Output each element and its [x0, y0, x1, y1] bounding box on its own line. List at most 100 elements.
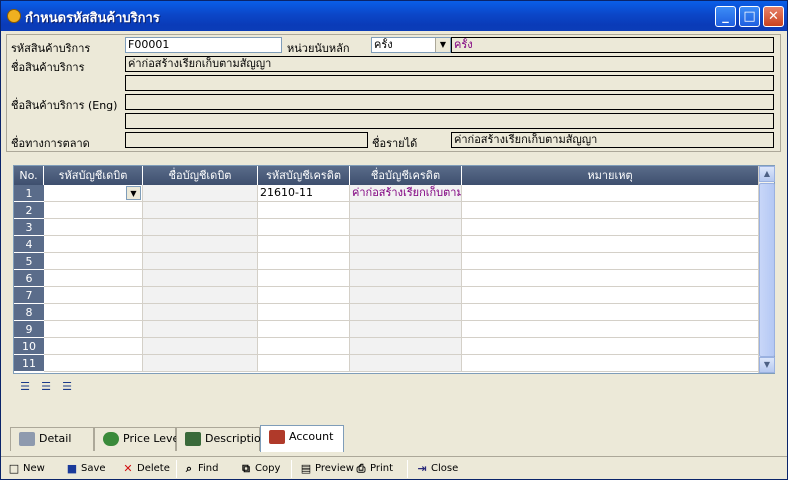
cell-note[interactable]: [462, 219, 759, 236]
scroll-down-icon[interactable]: ▼: [759, 357, 775, 373]
table-row[interactable]: 4: [14, 236, 759, 253]
save-button[interactable]: ■ Save: [65, 461, 106, 477]
cell-note[interactable]: [462, 287, 759, 304]
cell-debit-code[interactable]: [44, 253, 143, 270]
find-button[interactable]: ⌕ Find: [182, 461, 219, 477]
cell-debit-code[interactable]: [44, 338, 143, 355]
cell-debit-name[interactable]: [143, 219, 258, 236]
unit-combo[interactable]: ครั้ง ▼: [371, 37, 451, 53]
copy-button[interactable]: ⧉ Copy: [239, 461, 280, 477]
cell-note[interactable]: [462, 236, 759, 253]
cell-credit-name[interactable]: [350, 270, 462, 287]
cell-credit-name[interactable]: [350, 304, 462, 321]
close-window-button[interactable]: ✕: [763, 6, 784, 27]
tab-price-level[interactable]: Price Level: [94, 427, 182, 451]
cell-debit-code[interactable]: [44, 355, 143, 372]
cell-note[interactable]: [462, 321, 759, 338]
cell-credit-code[interactable]: [258, 253, 350, 270]
cell-note[interactable]: [462, 185, 759, 202]
col-header-note[interactable]: หมายเหตุ: [462, 166, 759, 185]
table-row[interactable]: 3: [14, 219, 759, 236]
append-row-icon[interactable]: ☰: [36, 378, 56, 398]
table-row[interactable]: 7: [14, 287, 759, 304]
cell-credit-name[interactable]: [350, 355, 462, 372]
market-name-field[interactable]: [125, 132, 368, 148]
cell-debit-code[interactable]: [44, 304, 143, 321]
cell-credit-name[interactable]: [350, 287, 462, 304]
name-eng-field[interactable]: [125, 94, 774, 110]
name-field[interactable]: ค่าก่อสร้างเรียกเก็บตามสัญญา: [125, 56, 774, 72]
cell-debit-name[interactable]: [143, 185, 258, 202]
table-row[interactable]: 1 21610-11ค่าก่อสร้างเรียกเก็บตามสัญญา ▼: [14, 185, 759, 202]
cell-note[interactable]: [462, 202, 759, 219]
cell-credit-code[interactable]: [258, 219, 350, 236]
cell-debit-name[interactable]: [143, 202, 258, 219]
cell-debit-name[interactable]: [143, 338, 258, 355]
table-row[interactable]: 10: [14, 338, 759, 355]
cell-credit-name[interactable]: [350, 321, 462, 338]
cell-credit-name[interactable]: [350, 236, 462, 253]
cell-note[interactable]: [462, 338, 759, 355]
cell-credit-name[interactable]: [350, 338, 462, 355]
tab-account[interactable]: Account: [260, 425, 344, 452]
tab-detail[interactable]: Detail: [10, 427, 94, 451]
col-header-credit-name[interactable]: ชื่อบัญชีเครดิต: [350, 166, 462, 185]
cell-debit-code[interactable]: [44, 321, 143, 338]
cell-credit-name[interactable]: [350, 253, 462, 270]
name-field-line2[interactable]: [125, 75, 774, 91]
close-button[interactable]: ⇥ Close: [415, 461, 458, 477]
cell-note[interactable]: [462, 355, 759, 372]
cell-debit-code[interactable]: [44, 236, 143, 253]
cell-credit-name[interactable]: [350, 219, 462, 236]
delete-row-icon[interactable]: ☰: [57, 378, 77, 398]
print-button[interactable]: ⎙ Print: [354, 461, 393, 477]
table-row[interactable]: 2: [14, 202, 759, 219]
table-row[interactable]: 5: [14, 253, 759, 270]
col-header-debit-name[interactable]: ชื่อบัญชีเดบิต: [143, 166, 258, 185]
cell-debit-name[interactable]: [143, 304, 258, 321]
cell-debit-name[interactable]: [143, 355, 258, 372]
cell-note[interactable]: [462, 270, 759, 287]
cell-debit-name[interactable]: [143, 253, 258, 270]
chevron-down-icon[interactable]: ▼: [126, 186, 141, 200]
cell-debit-code[interactable]: [44, 202, 143, 219]
vertical-scrollbar[interactable]: ▲ ▼: [758, 166, 775, 373]
insert-row-icon[interactable]: ☰: [15, 378, 35, 398]
maximize-button[interactable]: □: [739, 6, 760, 27]
cell-credit-code[interactable]: [258, 338, 350, 355]
cell-credit-code[interactable]: [258, 236, 350, 253]
cell-credit-name[interactable]: ค่าก่อสร้างเรียกเก็บตามสัญญา: [350, 185, 462, 202]
cell-debit-name[interactable]: [143, 321, 258, 338]
cell-credit-code[interactable]: [258, 304, 350, 321]
cell-credit-code[interactable]: [258, 287, 350, 304]
tab-description[interactable]: Description: [176, 427, 268, 451]
cell-debit-code[interactable]: [44, 219, 143, 236]
scroll-thumb[interactable]: [759, 183, 775, 357]
table-row[interactable]: 11: [14, 355, 759, 372]
table-row[interactable]: 9: [14, 321, 759, 338]
cell-debit-name[interactable]: [143, 236, 258, 253]
cell-credit-code[interactable]: [258, 270, 350, 287]
cell-credit-name[interactable]: [350, 202, 462, 219]
cell-credit-code[interactable]: [258, 321, 350, 338]
cell-debit-name[interactable]: [143, 270, 258, 287]
income-name-field[interactable]: ค่าก่อสร้างเรียกเก็บตามสัญญา: [451, 132, 774, 148]
table-row[interactable]: 8: [14, 304, 759, 321]
preview-button[interactable]: ▤ Preview: [299, 461, 354, 477]
new-button[interactable]: □ New: [7, 461, 45, 477]
cell-note[interactable]: [462, 253, 759, 270]
cell-debit-code[interactable]: [44, 270, 143, 287]
chevron-down-icon[interactable]: ▼: [435, 38, 450, 52]
minimize-button[interactable]: _: [715, 6, 736, 27]
cell-credit-code[interactable]: [258, 355, 350, 372]
delete-button[interactable]: ✕ Delete: [121, 461, 169, 477]
scroll-up-icon[interactable]: ▲: [759, 166, 775, 182]
col-header-credit-code[interactable]: รหัสบัญชีเครดิต: [258, 166, 350, 185]
col-header-debit-code[interactable]: รหัสบัญชีเดบิต: [44, 166, 143, 185]
cell-note[interactable]: [462, 304, 759, 321]
name-eng-field-line2[interactable]: [125, 113, 774, 129]
table-row[interactable]: 6: [14, 270, 759, 287]
code-field[interactable]: F00001: [125, 37, 282, 53]
cell-credit-code[interactable]: [258, 202, 350, 219]
cell-credit-code[interactable]: 21610-11: [258, 185, 350, 202]
